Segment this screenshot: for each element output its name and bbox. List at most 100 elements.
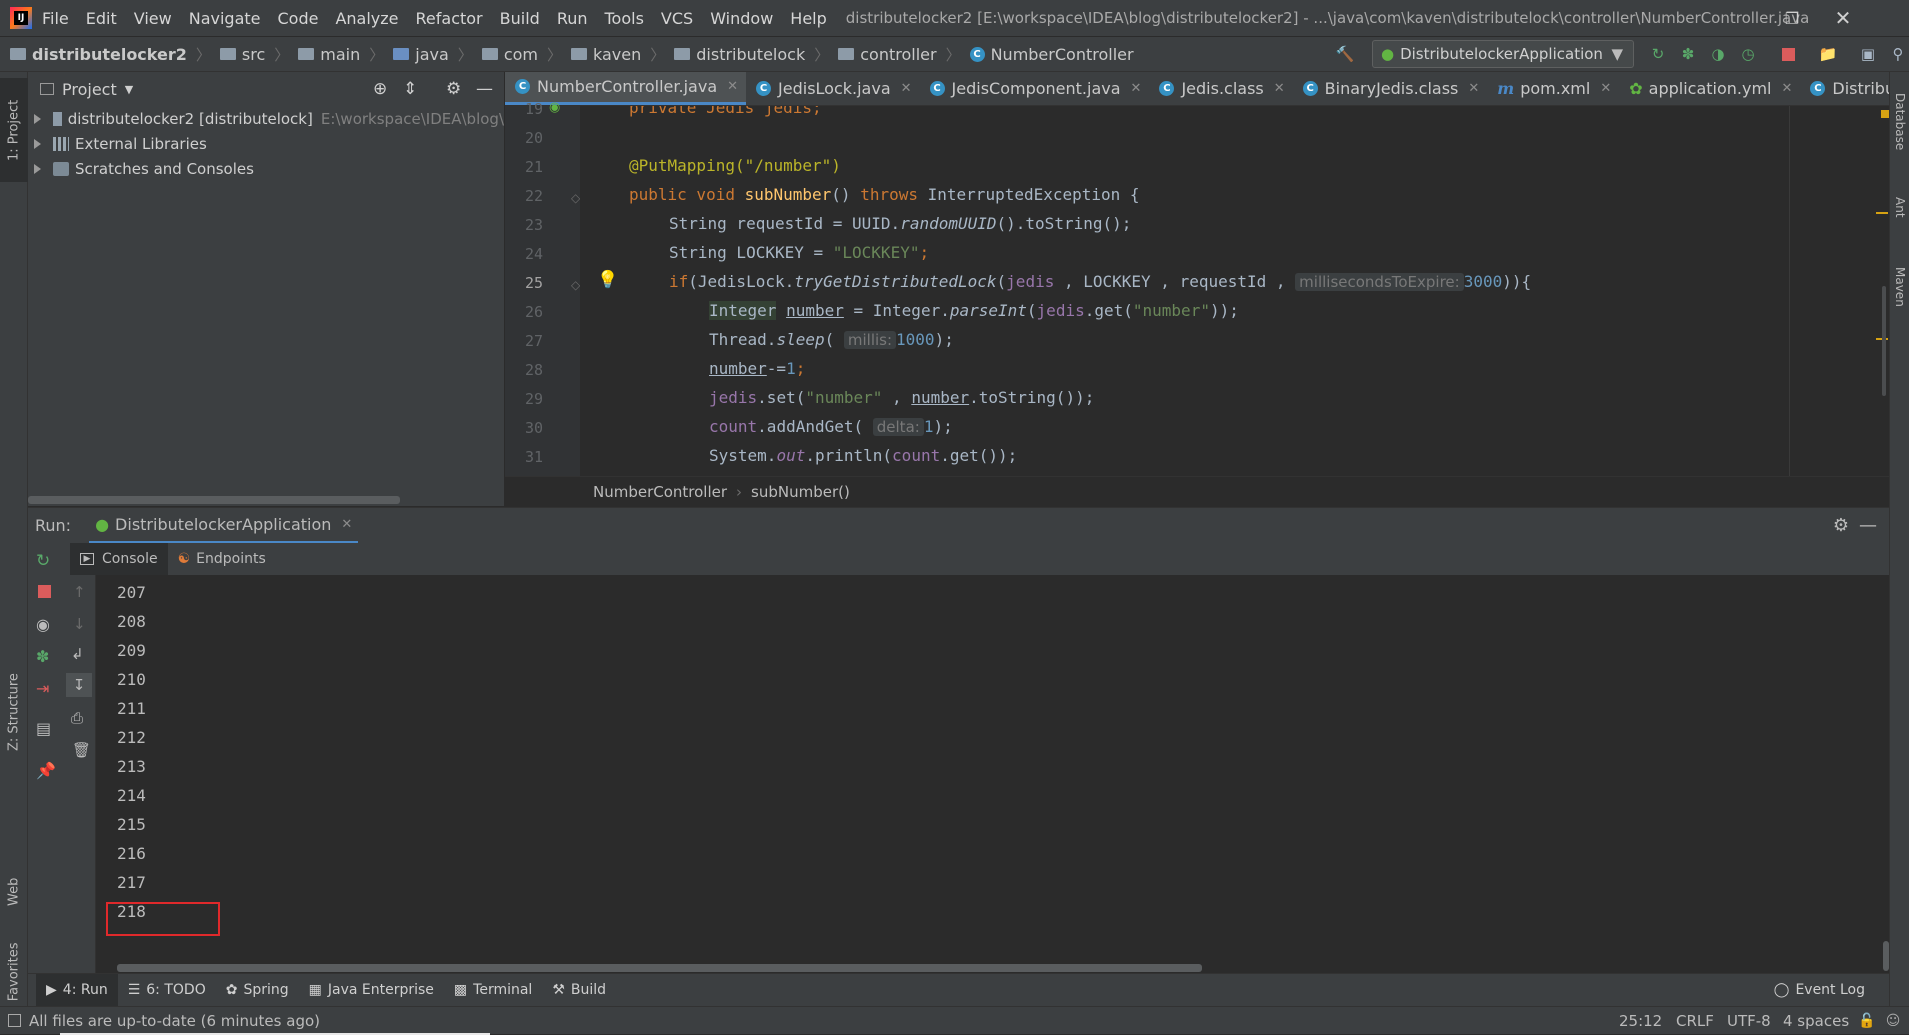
tab-jedis-class[interactable]: C Jedis.class ✕ bbox=[1149, 72, 1292, 105]
tree-item-external-libraries[interactable]: External Libraries bbox=[28, 131, 504, 156]
error-stripe-mark[interactable] bbox=[1876, 212, 1888, 214]
expand-arrow-icon[interactable] bbox=[34, 113, 41, 124]
menu-vcs[interactable]: VCS bbox=[661, 9, 693, 28]
close-tab-icon[interactable]: ✕ bbox=[1468, 81, 1479, 96]
tab-distribut[interactable]: CDistribut✕ bbox=[1800, 72, 1889, 105]
profile-icon[interactable]: ◷ bbox=[1738, 44, 1758, 64]
indent-setting[interactable]: 4 spaces bbox=[1783, 1012, 1849, 1030]
tool-java-enterprise[interactable]: ▦ Java Enterprise bbox=[299, 974, 444, 1007]
crumb-src[interactable]: src bbox=[219, 45, 265, 64]
stop-icon[interactable] bbox=[38, 585, 51, 598]
fold-icon[interactable]: ◇ bbox=[571, 278, 580, 292]
tab-binaryjedis-class[interactable]: C BinaryJedis.class ✕ bbox=[1293, 72, 1488, 105]
menu-view[interactable]: View bbox=[134, 9, 172, 28]
line-separator[interactable]: CRLF bbox=[1676, 1012, 1714, 1030]
tab-application-yml[interactable]: ✿ application.yml ✕ bbox=[1619, 72, 1800, 105]
menu-analyze[interactable]: Analyze bbox=[335, 9, 398, 28]
menu-edit[interactable]: Edit bbox=[86, 9, 117, 28]
menu-navigate[interactable]: Navigate bbox=[189, 9, 261, 28]
arrow-down-icon[interactable]: ↓ bbox=[73, 615, 86, 633]
hide-icon[interactable]: — bbox=[1859, 515, 1877, 536]
console-vertical-scrollbar[interactable] bbox=[1883, 941, 1889, 971]
tab-pom-xml[interactable]: m pom.xml ✕ bbox=[1487, 72, 1619, 105]
tool-ant[interactable]: Ant bbox=[1890, 182, 1909, 232]
close-tab-icon[interactable]: ✕ bbox=[1600, 81, 1611, 96]
build-hammer-icon[interactable]: 🔨 bbox=[1335, 44, 1355, 64]
layout-icon[interactable]: ▤ bbox=[36, 719, 51, 738]
menu-run[interactable]: Run bbox=[557, 9, 588, 28]
menu-code[interactable]: Code bbox=[278, 9, 319, 28]
tab-jediscomponent[interactable]: C JedisComponent.java ✕ bbox=[920, 72, 1150, 105]
rerun-icon[interactable]: ↻ bbox=[36, 551, 50, 571]
menu-file[interactable]: File bbox=[42, 9, 69, 28]
close-tab-icon[interactable]: ✕ bbox=[1131, 81, 1142, 96]
crumb-kaven[interactable]: kaven bbox=[571, 45, 641, 64]
toggle-tool-windows-icon[interactable] bbox=[8, 1014, 21, 1027]
coverage-icon[interactable]: ◑ bbox=[1708, 44, 1728, 64]
gear-icon[interactable]: ⚙ bbox=[1833, 515, 1849, 536]
tool-todo[interactable]: ☰ 6: TODO bbox=[118, 974, 216, 1007]
tool-database[interactable]: Database bbox=[1890, 82, 1909, 162]
breadcrumb-class[interactable]: NumberController bbox=[593, 483, 727, 501]
expand-arrow-icon[interactable] bbox=[34, 138, 41, 149]
tool-build[interactable]: ⚒ Build bbox=[542, 974, 616, 1007]
tool-terminal[interactable]: ▩ Terminal bbox=[444, 974, 542, 1007]
chevron-down-icon[interactable]: ▼ bbox=[125, 83, 133, 96]
tab-jedislock[interactable]: C JedisLock.java ✕ bbox=[746, 72, 920, 105]
project-structure-icon[interactable]: 📁 bbox=[1818, 44, 1838, 64]
soft-wrap-icon[interactable]: ↲ bbox=[71, 645, 84, 663]
crumb-distributelock[interactable]: distributelock bbox=[674, 45, 805, 64]
rerun-icon[interactable]: ↻ bbox=[1648, 44, 1668, 64]
print-icon[interactable]: ⎙ bbox=[71, 709, 83, 727]
horizontal-scrollbar[interactable] bbox=[28, 496, 400, 504]
stop-icon[interactable] bbox=[1778, 44, 1798, 64]
locate-icon[interactable]: ⊕ bbox=[373, 79, 387, 99]
tool-structure[interactable]: Z: Structure bbox=[0, 662, 28, 762]
breadcrumb-method[interactable]: subNumber() bbox=[751, 483, 850, 501]
tool-project[interactable]: 1: Project bbox=[0, 78, 28, 182]
gear-icon[interactable]: ⚙ bbox=[446, 79, 461, 99]
tree-item-scratches[interactable]: Scratches and Consoles bbox=[28, 156, 504, 181]
close-tab-icon[interactable]: ✕ bbox=[901, 81, 912, 96]
menu-refactor[interactable]: Refactor bbox=[416, 9, 483, 28]
crumb-com[interactable]: com bbox=[481, 45, 538, 64]
crumb-main[interactable]: main bbox=[298, 45, 360, 64]
menu-help[interactable]: Help bbox=[790, 9, 826, 28]
pin-icon[interactable]: 📌 bbox=[36, 761, 56, 780]
lightbulb-icon[interactable]: 💡 bbox=[597, 270, 618, 290]
subtab-endpoints[interactable]: ☯ Endpoints bbox=[168, 543, 276, 575]
console-horizontal-scrollbar[interactable] bbox=[117, 964, 1202, 972]
menu-window[interactable]: Window bbox=[710, 9, 773, 28]
menu-tools[interactable]: Tools bbox=[605, 9, 644, 28]
expand-arrow-icon[interactable] bbox=[34, 163, 41, 174]
tool-event-log[interactable]: ◯ Event Log bbox=[1764, 974, 1875, 1007]
crumb-controller[interactable]: controller bbox=[838, 45, 937, 64]
bean-gutter-icon[interactable]: ◉ bbox=[549, 100, 560, 115]
lock-icon[interactable]: 🔓 bbox=[1858, 1012, 1876, 1030]
collapse-all-icon[interactable]: ⇕ bbox=[403, 79, 417, 99]
run-config-select[interactable]: ● DistributelockerApplication ▼ bbox=[1372, 40, 1634, 68]
camera-icon[interactable]: ◉ bbox=[36, 615, 50, 634]
project-title[interactable]: Project bbox=[62, 80, 117, 99]
tool-maven[interactable]: Maven bbox=[1890, 252, 1909, 322]
close-tab-icon[interactable]: ✕ bbox=[1782, 81, 1793, 96]
close-tab-icon[interactable]: ✕ bbox=[727, 79, 738, 94]
debug-icon[interactable]: ✽ bbox=[1678, 44, 1698, 64]
close-tab-icon[interactable]: ✕ bbox=[1274, 81, 1285, 96]
exit-icon[interactable]: ⇥ bbox=[36, 679, 49, 698]
tool-spring[interactable]: ✿ Spring bbox=[216, 974, 299, 1007]
crumb-project[interactable]: distributelocker2 bbox=[10, 45, 187, 64]
subtab-console[interactable]: ▶ Console bbox=[70, 543, 168, 575]
close-tab-icon[interactable]: ✕ bbox=[341, 517, 352, 532]
fold-icon[interactable]: ◇ bbox=[571, 191, 580, 205]
trash-icon[interactable]: 🗑 bbox=[72, 741, 91, 759]
hide-icon[interactable]: — bbox=[476, 79, 493, 99]
console-output[interactable]: 207 208 209 210 211 212 213 214 215 216 … bbox=[96, 575, 1889, 973]
menu-build[interactable]: Build bbox=[500, 9, 540, 28]
arrow-up-icon[interactable]: ↑ bbox=[73, 583, 86, 601]
scroll-to-end-icon[interactable]: ↧ bbox=[66, 673, 92, 697]
restore-window-icon[interactable]: ❐ bbox=[1769, 0, 1815, 36]
file-encoding[interactable]: UTF-8 bbox=[1727, 1012, 1771, 1030]
tool-run[interactable]: ▶ 4: Run bbox=[36, 973, 118, 1007]
layout-icon[interactable]: ▣ bbox=[1858, 44, 1878, 64]
